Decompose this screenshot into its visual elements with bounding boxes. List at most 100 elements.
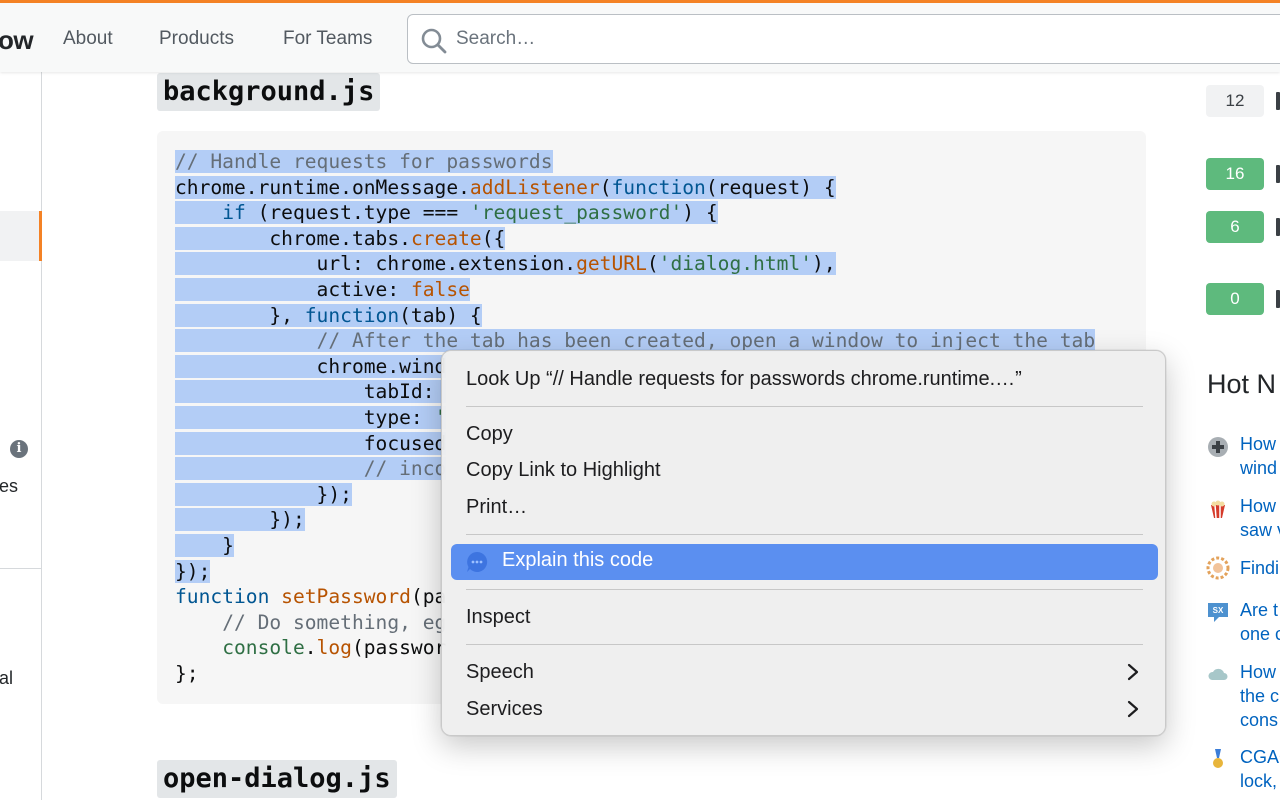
menu-separator — [466, 644, 1143, 645]
question-link[interactable] — [1276, 165, 1280, 183]
code-token: tabId: — [175, 380, 447, 404]
selected-code-text: // After the tab has been created, open … — [175, 329, 1096, 353]
code-text: console.log(passwor — [175, 636, 446, 659]
selected-code-text: active: false — [175, 277, 470, 301]
code-token: function — [304, 303, 400, 327]
menu-separator — [466, 406, 1143, 407]
code-token: // Handle requests for passwords — [175, 150, 553, 173]
code-token: false — [410, 277, 470, 301]
code-token: (request) { — [705, 175, 836, 199]
menu-item-speech[interactable]: Speech — [466, 661, 534, 684]
search-box[interactable] — [407, 14, 1280, 64]
info-icon[interactable]: i — [10, 440, 28, 458]
selected-code-text: // inco — [175, 457, 447, 481]
answer-count-badge: 16 — [1206, 158, 1264, 190]
selected-code-text: // Handle requests for passwords — [175, 150, 553, 173]
search-input[interactable] — [456, 15, 1256, 63]
code-token: focused — [175, 431, 447, 455]
nav-about[interactable]: About — [63, 28, 113, 50]
left-nav-fragment[interactable]: es — [0, 476, 18, 497]
menu-item-copy-link-to-highlight[interactable]: Copy Link to Highlight — [466, 459, 661, 482]
code-token: type: — [175, 405, 435, 429]
answer-count-badge: 6 — [1206, 211, 1264, 243]
selected-code-text: }); — [175, 508, 305, 532]
context-menu: Look Up “// Handle requests for password… — [441, 350, 1166, 736]
code-token: addListener — [469, 175, 600, 199]
file-title: open-dialog.js — [157, 760, 397, 798]
code-token: if — [222, 201, 246, 225]
left-nav-fragment[interactable]: al — [0, 668, 13, 689]
stackexchange-icon: SX — [1208, 603, 1228, 622]
code-token: // Do something, eg — [222, 610, 447, 634]
selected-code-text: }); — [175, 559, 211, 583]
hot-question-link[interactable]: CGAC lock, — [1240, 745, 1280, 793]
left-divider — [0, 568, 42, 569]
hot-question-link[interactable]: How the c cons — [1240, 660, 1280, 732]
code-line: // Handle requests for passwords — [175, 149, 1095, 175]
code-token: // After the tab has been created, open … — [316, 329, 1096, 353]
code-token: function — [611, 175, 706, 199]
puzzling-icon — [1206, 556, 1230, 580]
code-line: chrome.runtime.onMessage.addListener(fun… — [175, 175, 1095, 201]
nav-for-teams[interactable]: For Teams — [283, 28, 372, 50]
question-link[interactable] — [1276, 92, 1280, 110]
code-token: ) { — [682, 201, 718, 225]
code-token: }); — [175, 508, 305, 532]
weather-icon — [1208, 668, 1228, 680]
menu-item-services[interactable]: Services — [466, 698, 543, 721]
code-token: . — [304, 636, 317, 660]
code-token: (request.type === — [245, 201, 470, 225]
chevron-right-icon — [1127, 700, 1139, 718]
question-link[interactable] — [1276, 218, 1280, 236]
code-text: // Do something, eg — [175, 611, 446, 634]
code-token: function — [175, 585, 270, 609]
code-token: (tab) { — [399, 303, 482, 327]
code-token: 'dialog.html' — [658, 252, 813, 276]
code-text: function setPassword(pa — [175, 585, 446, 608]
code-token: ({ — [481, 226, 506, 250]
code-token: } — [175, 533, 234, 557]
left-nav-active-item[interactable] — [0, 211, 42, 261]
hot-question-link[interactable]: How wind — [1240, 432, 1280, 480]
code-token: setPassword — [281, 585, 411, 609]
menu-item-print[interactable]: Print… — [466, 496, 527, 519]
code-token: chrome.wind — [175, 354, 447, 378]
movies-icon — [1211, 500, 1225, 519]
code-token: }; — [175, 661, 199, 685]
chevron-right-icon — [1127, 663, 1139, 681]
menu-item-inspect[interactable]: Inspect — [466, 606, 530, 629]
code-token: url: chrome.extension. — [175, 252, 577, 276]
hot-question-link[interactable]: Findi — [1240, 556, 1280, 580]
menu-item-explain-this-code[interactable]: Explain this code — [451, 544, 1158, 580]
selected-code-text: tabId: — [175, 380, 447, 404]
code-text: }; — [175, 662, 199, 685]
hot-question-link[interactable]: Are t one c — [1240, 598, 1280, 646]
code-line: chrome.tabs.create({ — [175, 226, 1095, 252]
selected-code-text: chrome.wind — [175, 354, 447, 378]
code-token: }); — [175, 559, 211, 583]
site-logo[interactable]: ow — [0, 25, 34, 56]
code-token: active: — [175, 277, 411, 301]
answer-count-badge: 0 — [1206, 283, 1264, 315]
selected-code-text: } — [175, 533, 234, 557]
question-link[interactable] — [1276, 290, 1280, 308]
selected-code-text: type: ' — [175, 405, 447, 429]
menu-item-look-up[interactable]: Look Up “// Handle requests for password… — [466, 368, 1022, 391]
code-token: chrome.runtime.onMessage. — [175, 175, 470, 199]
nav-products[interactable]: Products — [159, 28, 234, 50]
selected-code-text: }, function(tab) { — [175, 303, 482, 327]
code-line: url: chrome.extension.getURL('dialog.htm… — [175, 251, 1095, 277]
code-line: }, function(tab) { — [175, 303, 1095, 329]
code-token: ( — [599, 175, 612, 199]
code-token: }); — [175, 482, 352, 506]
hot-question-link[interactable]: How saw v — [1240, 494, 1280, 542]
menu-item-copy[interactable]: Copy — [466, 423, 513, 446]
selected-code-text: focused — [175, 431, 447, 455]
code-token: // inco — [363, 457, 447, 481]
code-token: ), — [812, 252, 836, 276]
code-token: log — [316, 636, 352, 660]
